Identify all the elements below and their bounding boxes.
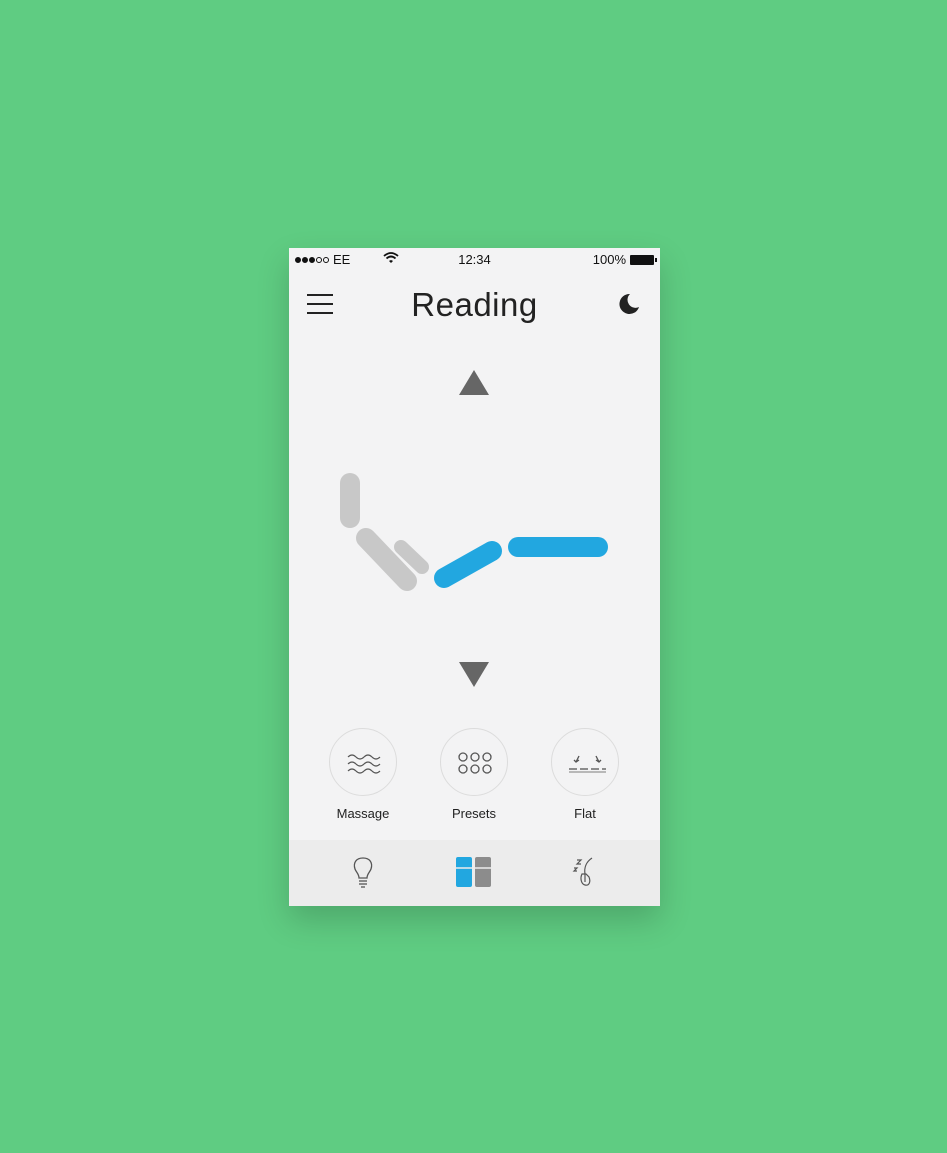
lightbulb-icon: [353, 857, 373, 888]
tab-sleep[interactable]: [572, 856, 596, 893]
massage-button[interactable]: Massage: [323, 728, 403, 821]
massage-label: Massage: [336, 806, 390, 821]
presets-label: Presets: [451, 806, 497, 821]
battery-status: 100%: [592, 252, 657, 267]
tab-bed[interactable]: [455, 857, 493, 894]
flat-label: Flat: [574, 806, 596, 821]
massage-circle[interactable]: [329, 728, 397, 796]
header: Reading: [289, 278, 660, 334]
bed-back-active: [434, 541, 502, 588]
presets-button[interactable]: Presets: [434, 728, 514, 821]
battery-percent: 100%: [592, 252, 626, 267]
tab-lights[interactable]: [352, 856, 374, 893]
moon-icon[interactable]: [616, 292, 640, 321]
raise-arrow-button[interactable]: [459, 370, 489, 401]
flat-circle[interactable]: [551, 728, 619, 796]
status-bar: EE 12:34 100%: [289, 248, 660, 270]
waves-icon: [347, 754, 381, 774]
lower-arrow-button[interactable]: [459, 661, 489, 692]
phone-screen: EE 12:34 100% Reading Massage Presets Fl…: [289, 248, 660, 906]
battery-icon: [630, 254, 657, 265]
bed-position-diagram: [289, 458, 660, 623]
presets-circle[interactable]: [440, 728, 508, 796]
dots-grid-icon: [458, 752, 492, 774]
bed-layout-icon: [456, 857, 491, 887]
flat-button[interactable]: Flat: [545, 728, 625, 821]
flat-icon: [569, 755, 606, 773]
action-buttons: Massage Presets Flat: [289, 728, 660, 828]
bottom-tab-bar: [289, 840, 660, 906]
page-title: Reading: [411, 286, 538, 323]
sleep-icon: [572, 857, 593, 886]
